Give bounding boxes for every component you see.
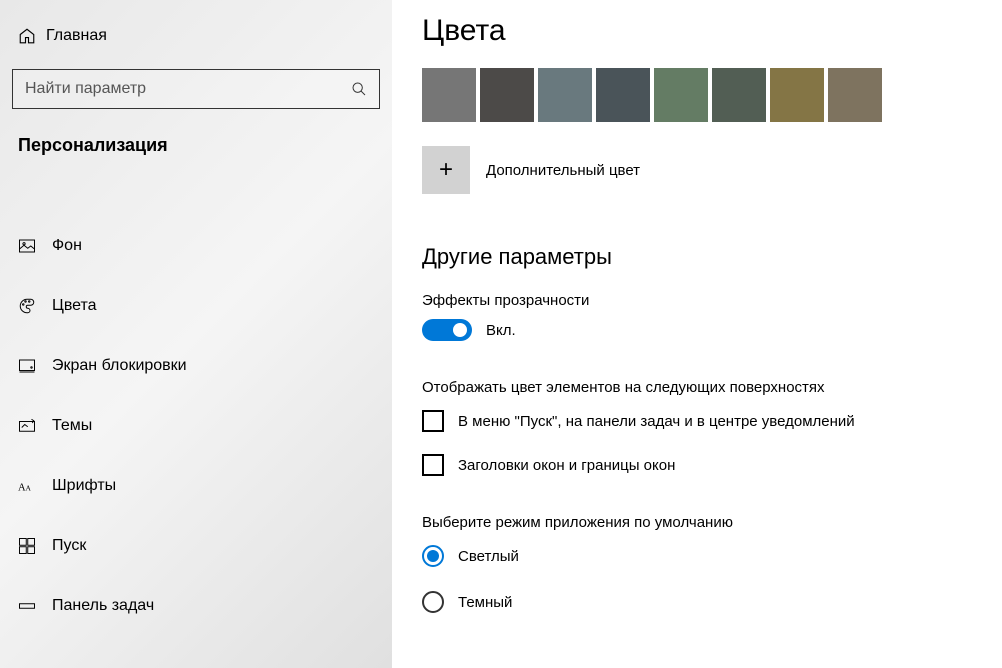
color-swatch[interactable] <box>654 68 708 122</box>
color-swatch[interactable] <box>538 68 592 122</box>
sidebar-item-themes[interactable]: Темы <box>0 396 392 456</box>
color-swatch[interactable] <box>480 68 534 122</box>
sidebar-item-taskbar[interactable]: Панель задач <box>0 576 392 636</box>
transparency-label: Эффекты прозрачности <box>422 292 972 309</box>
app-mode-label: Выберите режим приложения по умолчанию <box>422 514 972 531</box>
other-params-heading: Другие параметры <box>422 244 972 270</box>
color-swatch[interactable] <box>712 68 766 122</box>
toggle-knob <box>453 323 467 337</box>
plus-icon: + <box>422 146 470 194</box>
palette-icon <box>18 297 52 315</box>
sidebar-item-label: Экран блокировки <box>52 357 187 375</box>
sidebar-item-start[interactable]: Пуск <box>0 516 392 576</box>
sidebar-item-label: Цвета <box>52 297 97 315</box>
checkbox-label: Заголовки окон и границы окон <box>458 457 675 474</box>
search-input[interactable]: Найти параметр <box>12 69 380 109</box>
nav-home[interactable]: Главная <box>0 15 392 57</box>
category-header: Персонализация <box>0 135 392 176</box>
sidebar-item-label: Панель задач <box>52 597 154 615</box>
color-swatch[interactable] <box>828 68 882 122</box>
start-icon <box>18 537 52 555</box>
sidebar-item-fonts[interactable]: A A Шрифты <box>0 456 392 516</box>
radio-label: Темный <box>458 594 512 611</box>
color-swatches <box>422 68 972 122</box>
sidebar-item-colors[interactable]: Цвета <box>0 276 392 336</box>
transparency-toggle[interactable] <box>422 319 472 341</box>
toggle-state: Вкл. <box>486 322 516 339</box>
custom-color-label: Дополнительный цвет <box>486 162 640 179</box>
fonts-icon: A A <box>18 478 52 494</box>
search-placeholder: Найти параметр <box>25 80 351 98</box>
sidebar-item-label: Фон <box>52 237 82 255</box>
home-icon <box>18 27 46 45</box>
main-content: Цвета + Дополнительный цвет Другие парам… <box>392 0 1002 668</box>
checkbox-titlebars[interactable] <box>422 454 444 476</box>
sidebar-item-background[interactable]: Фон <box>0 216 392 276</box>
radio-dark[interactable] <box>422 591 444 613</box>
sidebar-item-label: Шрифты <box>52 477 116 495</box>
color-swatch[interactable] <box>422 68 476 122</box>
picture-icon <box>18 237 52 255</box>
checkbox-label: В меню "Пуск", на панели задач и в центр… <box>458 413 855 430</box>
lockscreen-icon <box>18 357 52 375</box>
themes-icon <box>18 417 52 435</box>
color-swatch[interactable] <box>770 68 824 122</box>
accent-surfaces-label: Отображать цвет элементов на следующих п… <box>422 379 972 396</box>
radio-dot <box>427 550 439 562</box>
radio-label: Светлый <box>458 548 519 565</box>
sidebar-item-label: Темы <box>52 417 92 435</box>
checkbox-start-taskbar[interactable] <box>422 410 444 432</box>
color-swatch[interactable] <box>596 68 650 122</box>
custom-color-button[interactable]: + Дополнительный цвет <box>422 146 972 194</box>
svg-text:A: A <box>26 484 32 493</box>
sidebar-item-label: Пуск <box>52 537 86 555</box>
search-icon <box>351 81 367 97</box>
page-title: Цвета <box>422 14 972 48</box>
radio-light[interactable] <box>422 545 444 567</box>
nav-home-label: Главная <box>46 27 107 45</box>
sidebar-item-lockscreen[interactable]: Экран блокировки <box>0 336 392 396</box>
taskbar-icon <box>18 597 52 615</box>
sidebar: Главная Найти параметр Персонализация Фо… <box>0 0 392 668</box>
